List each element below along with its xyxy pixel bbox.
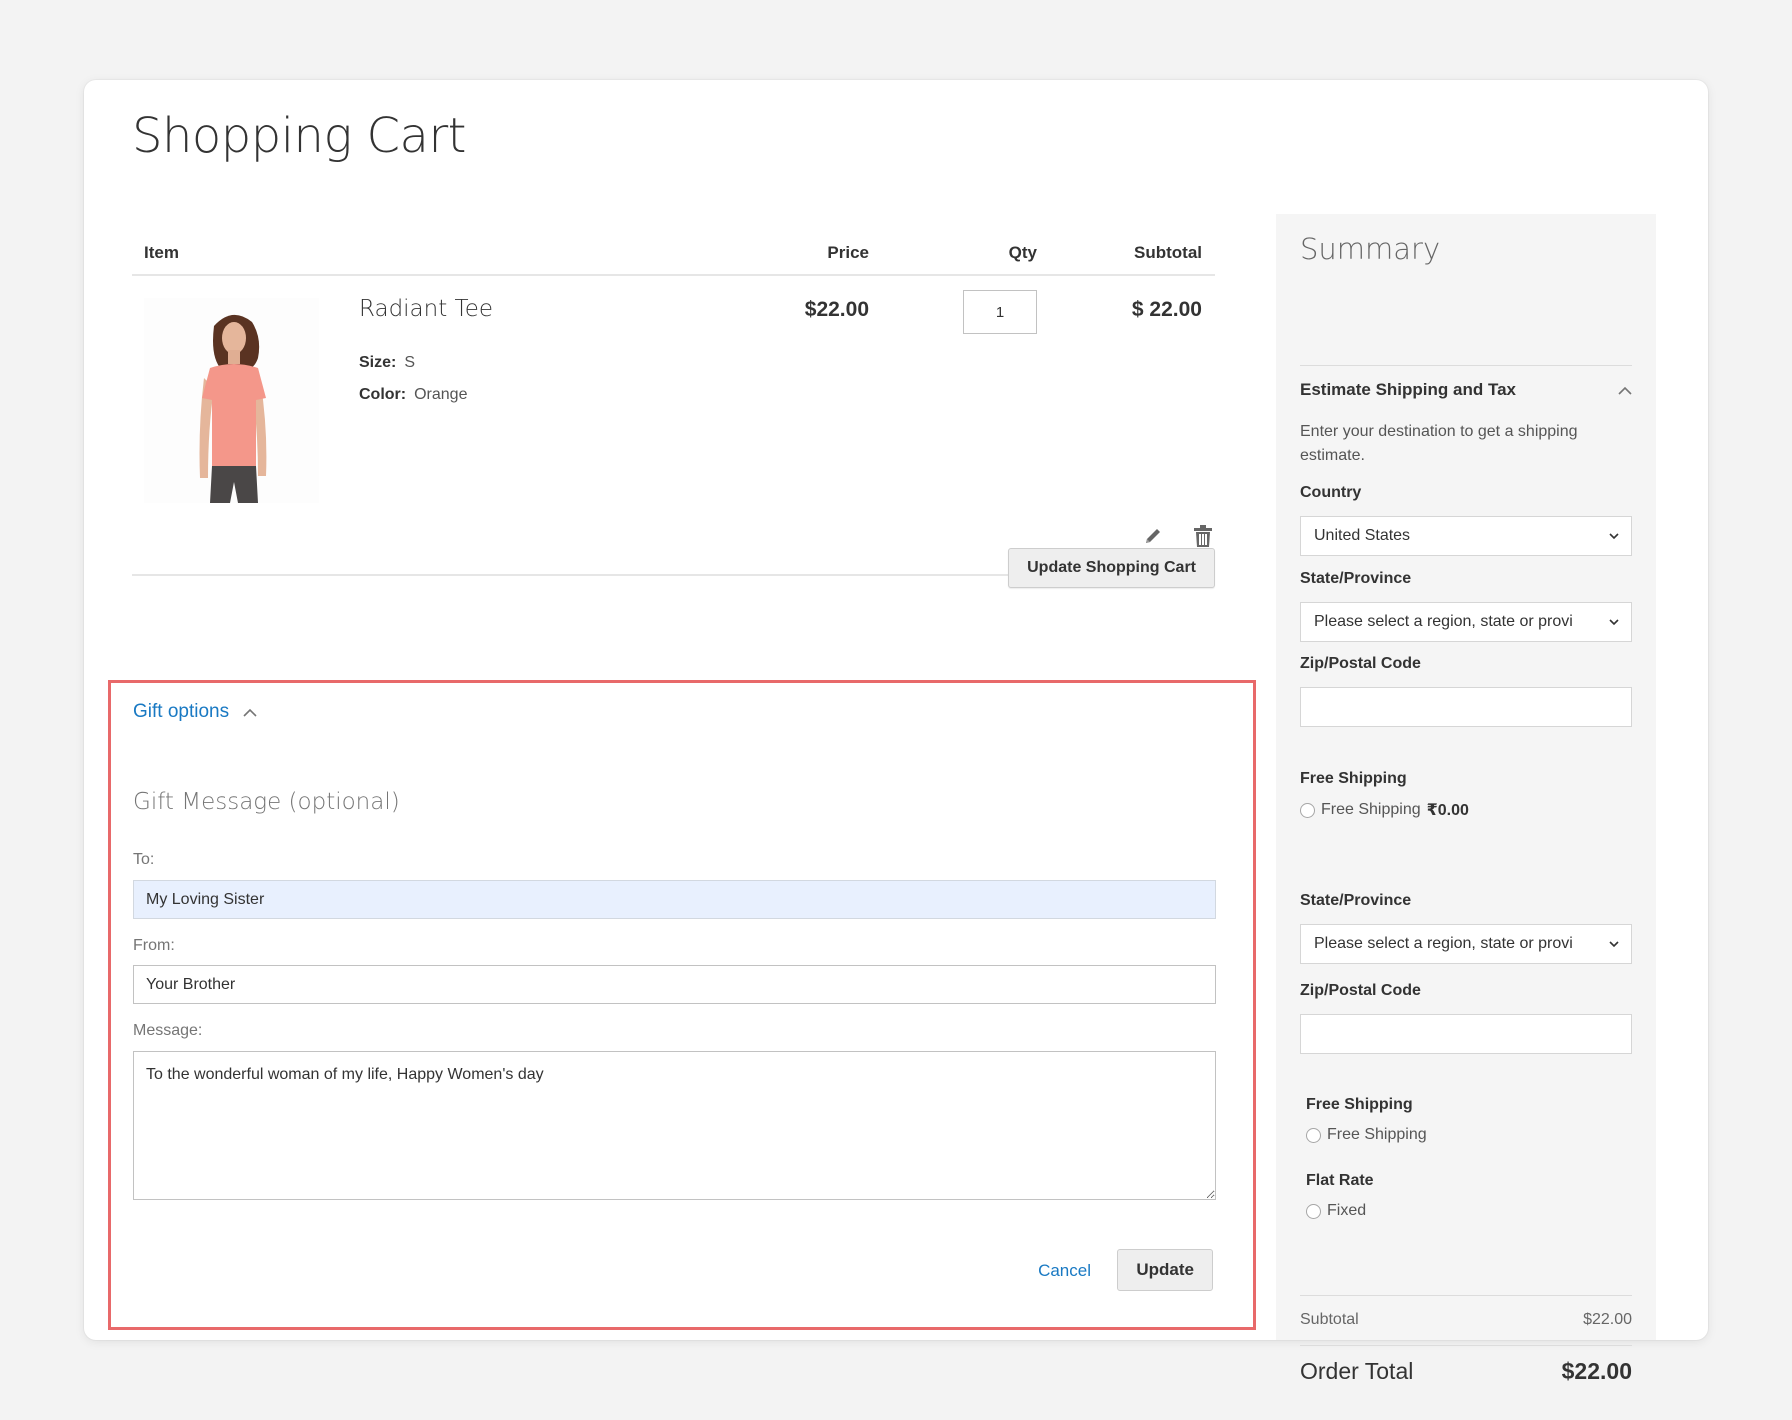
column-header-price: Price — [827, 243, 869, 262]
shipping-method-title: Free Shipping — [1300, 770, 1407, 787]
gift-message-textarea[interactable]: To the wonderful woman of my life, Happy… — [133, 1051, 1216, 1200]
country-select-value: United States — [1314, 527, 1411, 544]
radio-button[interactable] — [1300, 802, 1315, 818]
subtotal-row: Subtotal $22.00 — [1300, 1311, 1632, 1329]
shipping-option-label: Free Shipping — [1321, 801, 1421, 818]
state-select-placeholder: Please select a region, state or provi — [1314, 613, 1573, 630]
cart-item-row: Radiant Tee Size: S Color: Orange $22.00 $… — [132, 276, 1215, 576]
gift-options-toggle[interactable]: Gift options — [133, 701, 257, 723]
zip-input[interactable] — [1300, 1014, 1632, 1054]
gift-from-input[interactable] — [133, 965, 1216, 1004]
update-shopping-cart-button[interactable]: Update Shopping Cart — [1008, 548, 1215, 588]
gift-message-label: Message: — [133, 1022, 203, 1039]
country-label: Country — [1300, 484, 1362, 501]
column-header-subtotal: Subtotal — [1134, 243, 1202, 262]
pencil-icon — [1146, 529, 1160, 543]
row-actions — [1141, 524, 1215, 548]
gift-cancel-link[interactable]: Cancel — [1038, 1261, 1091, 1281]
country-select[interactable]: United States — [1300, 516, 1632, 556]
shipping-method-title: Free Shipping — [1306, 1096, 1413, 1113]
cart-table-header: Item Price Qty Subtotal — [132, 210, 1215, 276]
radio-button[interactable] — [1306, 1203, 1321, 1219]
summary-divider — [1300, 1295, 1632, 1296]
subtotal-value: $22.00 — [1583, 1311, 1632, 1328]
product-option-color: Color: Orange — [359, 386, 467, 404]
zip-label: Zip/Postal Code — [1300, 655, 1421, 672]
column-header-qty: Qty — [1008, 243, 1037, 262]
chevron-down-icon — [1609, 619, 1619, 626]
delete-item-button[interactable] — [1191, 524, 1215, 548]
gift-options-label: Gift options — [133, 701, 230, 722]
summary-title: Summary — [1300, 232, 1441, 266]
shipping-option-price: ₹0.00 — [1426, 802, 1469, 819]
product-photo[interactable] — [144, 298, 319, 503]
state-select[interactable]: Please select a region, state or provi — [1300, 924, 1632, 964]
chevron-down-icon — [1609, 533, 1619, 540]
subtotal-label: Subtotal — [1300, 1311, 1359, 1328]
option-label: Size: — [359, 354, 397, 371]
state-select[interactable]: Please select a region, state or provi — [1300, 602, 1632, 642]
order-total-label: Order Total — [1300, 1358, 1414, 1384]
chevron-up-icon — [1618, 386, 1632, 395]
gift-from-label: From: — [133, 937, 175, 954]
state-label: State/Province — [1300, 892, 1412, 909]
item-price: $22.00 — [804, 298, 869, 321]
zip-label: Zip/Postal Code — [1300, 982, 1421, 999]
chevron-up-icon — [243, 708, 257, 717]
shipping-option-free[interactable]: Free Shipping — [1306, 1126, 1427, 1144]
shipping-option-label: Fixed — [1327, 1202, 1367, 1219]
order-total-value: $22.00 — [1561, 1358, 1632, 1384]
option-label: Color: — [359, 386, 407, 403]
shipping-option-free[interactable]: Free Shipping ₹0.00 — [1300, 800, 1469, 820]
estimate-description: Enter your destination to get a shipping… — [1300, 423, 1578, 464]
product-name[interactable]: Radiant Tee — [359, 296, 493, 322]
edit-item-button[interactable] — [1141, 524, 1165, 548]
radio-button[interactable] — [1306, 1127, 1321, 1143]
state-select-placeholder: Please select a region, state or provi — [1314, 935, 1573, 952]
product-photo-woman-orange-tee-icon — [144, 298, 319, 503]
zip-input[interactable] — [1300, 687, 1632, 727]
cart-page-card: Shopping Cart Item Price Qty Subtotal Ra… — [84, 80, 1708, 1384]
column-header-item: Item — [144, 243, 179, 262]
gift-to-input[interactable] — [133, 880, 1216, 919]
product-option-size: Size: S — [359, 354, 415, 372]
shipping-option-flat[interactable]: Fixed — [1306, 1202, 1366, 1220]
qty-input[interactable] — [963, 290, 1037, 334]
item-subtotal: $ 22.00 — [1131, 298, 1202, 321]
summary-divider — [1300, 1345, 1632, 1346]
order-summary: Summary Estimate Shipping and Tax Enter … — [1276, 214, 1656, 1384]
shipping-option-label: Free Shipping — [1327, 1126, 1427, 1143]
gift-message-title: Gift Message (optional) — [133, 789, 400, 815]
gift-options-section: Gift options Gift Message (optional) To:… — [108, 680, 1256, 1330]
option-value: S — [404, 354, 416, 371]
estimate-shipping-title: Estimate Shipping and Tax — [1300, 380, 1516, 399]
estimate-shipping-toggle[interactable]: Estimate Shipping and Tax — [1300, 380, 1632, 400]
page-title: Shopping Cart — [132, 108, 467, 164]
gift-to-label: To: — [133, 851, 155, 868]
state-label: State/Province — [1300, 570, 1412, 587]
option-value: Orange — [414, 386, 468, 403]
chevron-down-icon — [1609, 941, 1619, 948]
shipping-method-title: Flat Rate — [1306, 1172, 1374, 1189]
gift-update-button[interactable]: Update — [1117, 1249, 1213, 1291]
cart-table: Item Price Qty Subtotal Radiant Tee Size… — [132, 210, 1215, 588]
summary-divider — [1300, 365, 1632, 366]
trash-icon — [1194, 525, 1212, 547]
order-total-row: Order Total $22.00 — [1300, 1358, 1632, 1385]
